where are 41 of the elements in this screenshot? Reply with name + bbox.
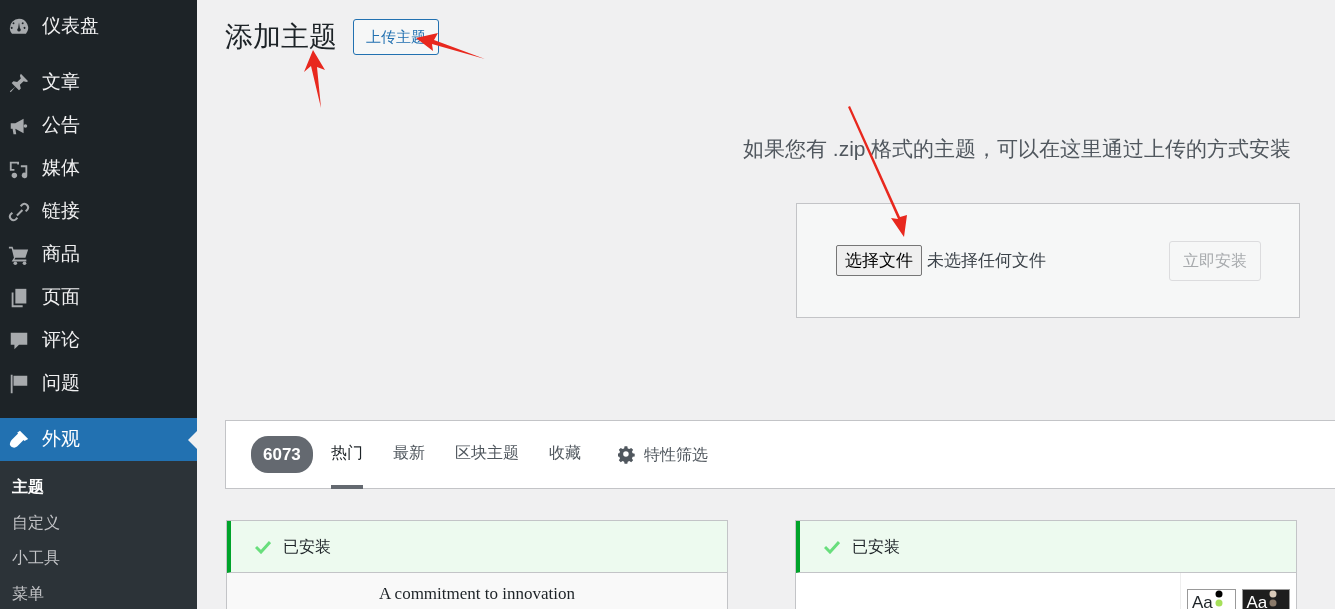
sidebar-menu-item[interactable]: 公告 (0, 104, 197, 147)
theme-card[interactable]: 已安装 Aa Aa (795, 520, 1297, 609)
theme-card[interactable]: 已安装 A commitment to innovation (226, 520, 728, 609)
sidebar-menu-item[interactable]: 仪表盘 (0, 5, 197, 48)
swatch-text: Aa (1192, 592, 1213, 609)
feature-filter-link[interactable]: 特性筛选 (617, 442, 708, 467)
sidebar-menu-item[interactable]: 评论 (0, 319, 197, 362)
sidebar-menu-item[interactable]: 商品 (0, 233, 197, 276)
installed-label: 已安装 (852, 536, 900, 557)
paintbrush-icon (8, 428, 30, 451)
sidebar-menu-item[interactable]: 问题 (0, 362, 197, 405)
preview-heading: A commitment to innovation (379, 584, 575, 603)
installed-label: 已安装 (283, 536, 331, 557)
link-icon (8, 200, 30, 223)
submenu-item[interactable]: 菜单 (0, 575, 197, 609)
flag-icon (8, 372, 30, 395)
color-dots-icon (1214, 590, 1223, 609)
sidebar-menu-item[interactable]: 页面 (0, 276, 197, 319)
page-title: 添加主题 (225, 20, 337, 54)
choose-file-button[interactable]: 选择文件 (836, 244, 922, 277)
pin-icon (8, 71, 30, 94)
sidebar-menu-item[interactable]: 链接 (0, 190, 197, 233)
filter-tab[interactable]: 收藏 (548, 420, 581, 489)
sidebar-menu-item[interactable]: 文章 (0, 61, 197, 104)
filter-tab[interactable]: 区块主题 (454, 420, 519, 489)
theme-count-badge: 6073 (251, 435, 313, 474)
sidebar-menu-item[interactable]: 媒体 (0, 147, 197, 190)
swatch-text: Aa (1246, 592, 1268, 609)
annotation-arrow (304, 50, 325, 108)
checkmark-icon (824, 539, 840, 554)
submenu-item[interactable]: 主题 (0, 469, 197, 505)
file-status-text: 未选择任何文件 (927, 249, 1046, 272)
filter-tab[interactable]: 热门 (330, 420, 363, 489)
settings-icon (617, 445, 636, 464)
filter-tab[interactable]: 最新 (392, 420, 425, 489)
submenu-item[interactable]: 小工具 (0, 540, 197, 576)
color-dots-icon (1269, 590, 1278, 609)
checkmark-icon (255, 539, 271, 554)
sidebar-menu-item[interactable]: 外观 (0, 418, 197, 461)
submenu-item[interactable]: 自定义 (0, 504, 197, 540)
upload-instructions: 如果您有 .zip 格式的主题，可以在这里通过上传的方式安装 (743, 136, 1293, 162)
